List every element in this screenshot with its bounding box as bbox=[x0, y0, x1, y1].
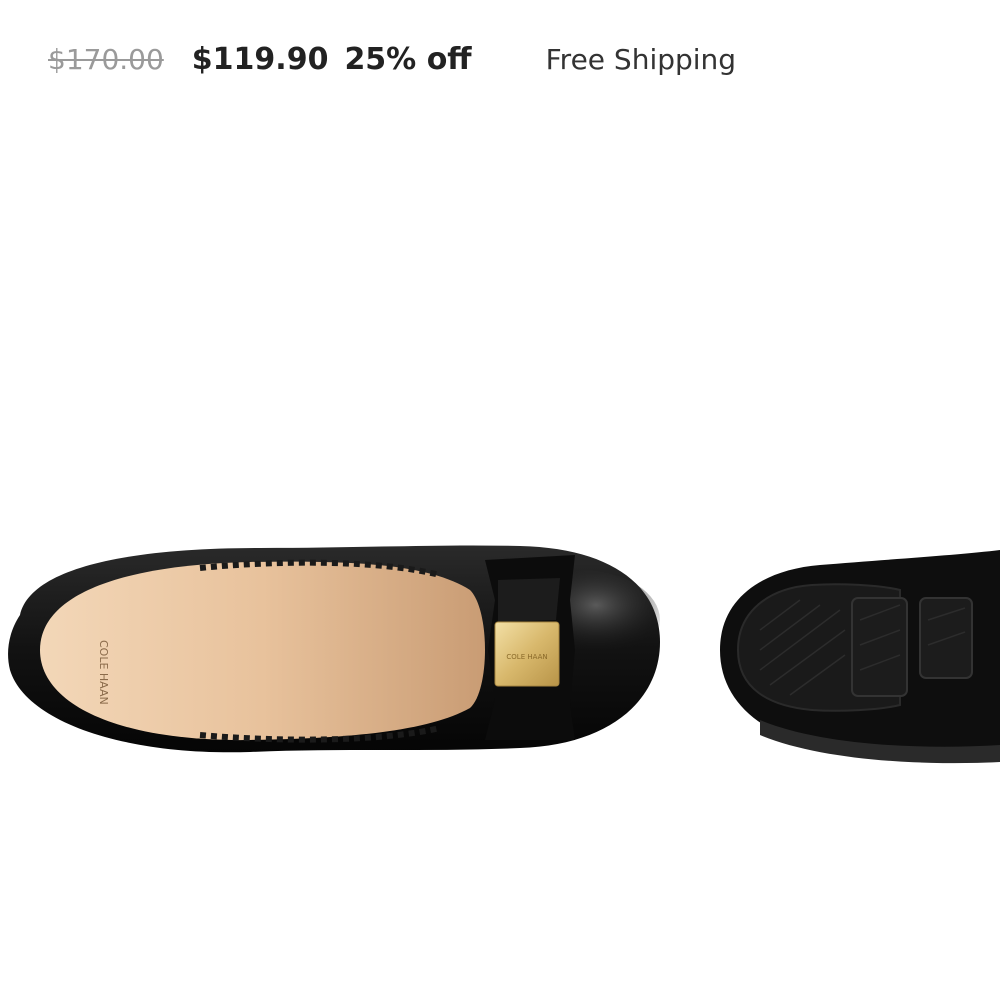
product-page: $170.00 $119.90 25% off Free Shipping CO… bbox=[0, 0, 1000, 1000]
shoe-top-view: COLE HAAN COLE HAAN bbox=[8, 545, 661, 753]
price-row: $170.00 $119.90 25% off Free Shipping bbox=[48, 34, 736, 84]
discount-badge: 25% off bbox=[344, 41, 472, 77]
original-price: $170.00 bbox=[48, 42, 164, 76]
svg-text:COLE HAAN: COLE HAAN bbox=[97, 640, 110, 705]
sale-price: $119.90 bbox=[191, 41, 329, 77]
svg-text:COLE HAAN: COLE HAAN bbox=[506, 653, 547, 661]
product-image[interactable]: COLE HAAN COLE HAAN bbox=[0, 480, 1000, 840]
shoe-sole-view bbox=[720, 550, 1000, 764]
free-shipping-label: Free Shipping bbox=[545, 42, 737, 76]
